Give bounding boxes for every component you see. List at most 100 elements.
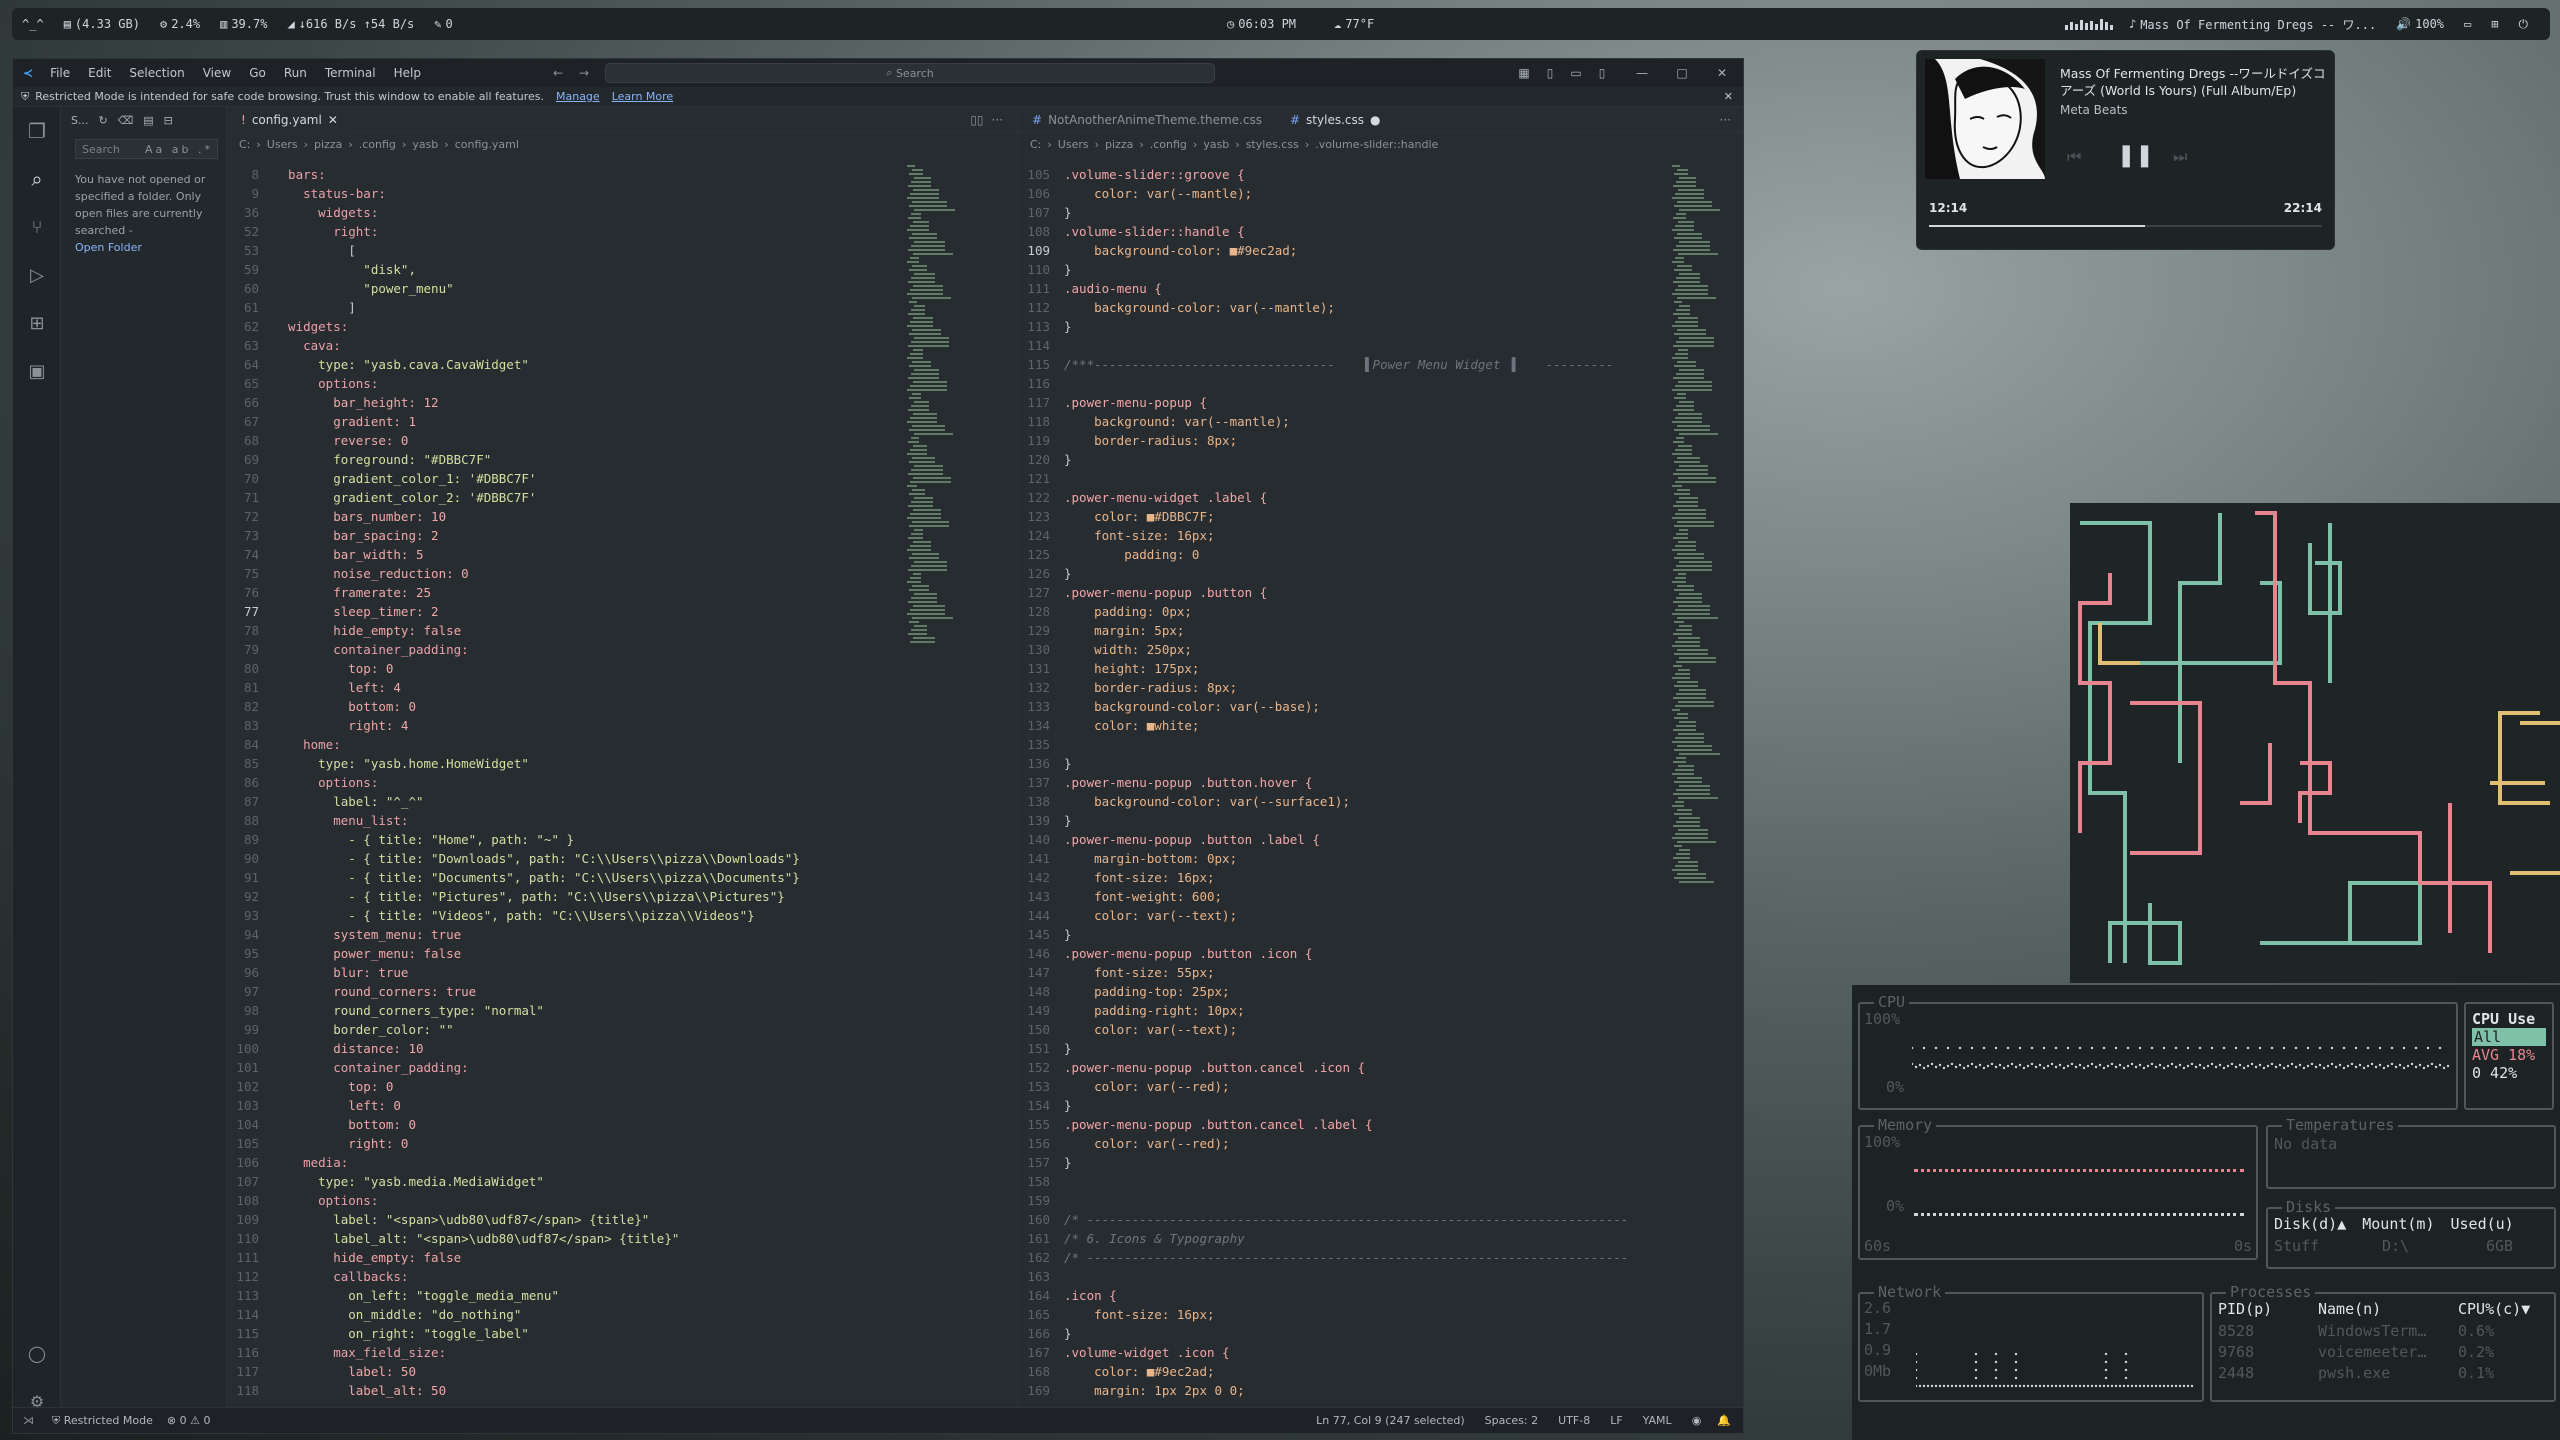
- code-line[interactable]: 97 round_corners: true: [227, 982, 1017, 1001]
- name-header[interactable]: Name(n): [2318, 1300, 2381, 1318]
- code-line[interactable]: 91 - { title: "Documents", path: "C:\\Us…: [227, 868, 1017, 887]
- split-editor-icon[interactable]: ▯▯: [970, 113, 983, 127]
- code-line[interactable]: 94 system_menu: true: [227, 925, 1017, 944]
- maximize-button[interactable]: □: [1669, 66, 1695, 80]
- breadcrumb-item[interactable]: .config: [359, 138, 396, 151]
- code-line[interactable]: 109 background-color: ■#9ec2ad;: [1018, 241, 1743, 260]
- code-line[interactable]: 148 padding-top: 25px;: [1018, 982, 1743, 1001]
- code-line[interactable]: 149 padding-right: 10px;: [1018, 1001, 1743, 1020]
- code-line[interactable]: 109 label: "<span>\udb80\udf87</span> {t…: [227, 1210, 1017, 1229]
- search-options-icon[interactable]: Aa ab .*: [145, 143, 213, 156]
- code-line[interactable]: 140 .power-menu-popup .button .label {: [1018, 830, 1743, 849]
- code-line[interactable]: 111 hide_empty: false: [227, 1248, 1017, 1267]
- code-line[interactable]: 144 color: var(--text);: [1018, 906, 1743, 925]
- more-actions-icon[interactable]: ···: [1720, 113, 1731, 127]
- css-editor[interactable]: 105 .volume-slider::groove {106 color: va…: [1018, 165, 1743, 1400]
- code-line[interactable]: 61 ]: [227, 298, 1017, 317]
- minimize-button[interactable]: —: [1629, 66, 1655, 80]
- menu-run[interactable]: Run: [284, 66, 307, 80]
- code-line[interactable]: 115 /***-------------------------------- …: [1018, 355, 1743, 374]
- clock-widget[interactable]: ◷ 06:03 PM: [1227, 17, 1296, 31]
- process-row[interactable]: 2448 pwsh.exe 0.1%: [2218, 1364, 2548, 1385]
- code-line[interactable]: 68 reverse: 0: [227, 431, 1017, 450]
- restricted-mode-indicator[interactable]: ⛨ Restricted Mode: [52, 1414, 153, 1428]
- code-line[interactable]: 102 top: 0: [227, 1077, 1017, 1096]
- code-line[interactable]: 108 options:: [227, 1191, 1017, 1210]
- code-line[interactable]: 146 .power-menu-popup .button .icon {: [1018, 944, 1743, 963]
- code-line[interactable]: 73 bar_spacing: 2: [227, 526, 1017, 545]
- code-line[interactable]: 127 .power-menu-popup .button {: [1018, 583, 1743, 602]
- code-line[interactable]: 90 - { title: "Downloads", path: "C:\\Us…: [227, 849, 1017, 868]
- collapse-all-icon[interactable]: ⊟: [164, 114, 173, 127]
- code-line[interactable]: 113 on_left: "toggle_media_menu": [227, 1286, 1017, 1305]
- code-line[interactable]: 164 .icon {: [1018, 1286, 1743, 1305]
- clear-results-icon[interactable]: ⌫: [118, 114, 134, 127]
- pid-header[interactable]: PID(p): [2218, 1300, 2272, 1318]
- breadcrumb-item[interactable]: styles.css: [1246, 138, 1299, 151]
- code-line[interactable]: 105 right: 0: [227, 1134, 1017, 1153]
- code-line[interactable]: 161 /* 6. Icons & Typography: [1018, 1229, 1743, 1248]
- breadcrumb-item[interactable]: pizza: [1105, 138, 1133, 151]
- code-line[interactable]: 75 noise_reduction: 0: [227, 564, 1017, 583]
- code-line[interactable]: 165 font-size: 16px;: [1018, 1305, 1743, 1324]
- mount-header[interactable]: Mount(m): [2362, 1215, 2434, 1233]
- code-line[interactable]: 147 font-size: 55px;: [1018, 963, 1743, 982]
- code-line[interactable]: 126}: [1018, 564, 1743, 583]
- code-line[interactable]: 60 "power_menu": [227, 279, 1017, 298]
- next-track-icon[interactable]: ⏭: [2173, 147, 2187, 167]
- learn-more-link[interactable]: Learn More: [612, 90, 674, 103]
- code-line[interactable]: 153 color: var(--red);: [1018, 1077, 1743, 1096]
- code-line[interactable]: 163: [1018, 1267, 1743, 1286]
- code-line[interactable]: 105 .volume-slider::groove {: [1018, 165, 1743, 184]
- breadcrumb-item[interactable]: pizza: [314, 138, 342, 151]
- code-line[interactable]: 69 foreground: "#DBBC7F": [227, 450, 1017, 469]
- screen-icon[interactable]: ▭: [2464, 17, 2471, 31]
- code-line[interactable]: 145}: [1018, 925, 1743, 944]
- line-ending[interactable]: LF: [1610, 1414, 1622, 1427]
- back-arrow-icon[interactable]: ←: [553, 66, 563, 80]
- code-line[interactable]: 84 home:: [227, 735, 1017, 754]
- extensions-icon[interactable]: ⊞: [13, 299, 61, 347]
- menu-terminal[interactable]: Terminal: [325, 66, 376, 80]
- process-row[interactable]: 9768 voicemeeter… 0.2%: [2218, 1343, 2548, 1364]
- code-line[interactable]: 155 .power-menu-popup .button.cancel .lab…: [1018, 1115, 1743, 1134]
- progress-track[interactable]: [1929, 225, 2322, 227]
- code-line[interactable]: 125 padding: 0: [1018, 545, 1743, 564]
- code-line[interactable]: 158: [1018, 1172, 1743, 1191]
- code-line[interactable]: 113}: [1018, 317, 1743, 336]
- breadcrumb-item[interactable]: .config: [1150, 138, 1187, 151]
- code-line[interactable]: 131 height: 175px;: [1018, 659, 1743, 678]
- run-debug-icon[interactable]: ▷: [13, 251, 61, 299]
- code-line[interactable]: 115 on_right: "toggle_label": [227, 1324, 1017, 1343]
- code-line[interactable]: 130 width: 250px;: [1018, 640, 1743, 659]
- code-line[interactable]: 83 right: 4: [227, 716, 1017, 735]
- code-line[interactable]: 122 .power-menu-widget .label {: [1018, 488, 1743, 507]
- code-line[interactable]: 106 media:: [227, 1153, 1017, 1172]
- code-line[interactable]: 162 /* ----------------------------------…: [1018, 1248, 1743, 1267]
- code-line[interactable]: 142 font-size: 16px;: [1018, 868, 1743, 887]
- code-line[interactable]: 79 container_padding:: [227, 640, 1017, 659]
- indentation[interactable]: Spaces: 2: [1485, 1414, 1538, 1427]
- breadcrumb-item[interactable]: Users: [267, 138, 298, 151]
- source-control-icon[interactable]: ⑂: [13, 203, 61, 251]
- close-banner-icon[interactable]: ✕: [1724, 90, 1733, 103]
- toggle-sidebar-icon[interactable]: ▯: [1537, 66, 1563, 80]
- used-header[interactable]: Used(u): [2451, 1215, 2514, 1233]
- code-line[interactable]: 151}: [1018, 1039, 1743, 1058]
- code-line[interactable]: 82 bottom: 0: [227, 697, 1017, 716]
- menu-file[interactable]: File: [50, 66, 70, 80]
- code-line[interactable]: 123 color: ■#DBBC7F;: [1018, 507, 1743, 526]
- code-line[interactable]: 98 round_corners_type: "normal": [227, 1001, 1017, 1020]
- code-line[interactable]: 154}: [1018, 1096, 1743, 1115]
- code-line[interactable]: 156 color: var(--red);: [1018, 1134, 1743, 1153]
- notifications-bell-icon[interactable]: 🔔: [1717, 1414, 1731, 1427]
- remote-icon[interactable]: ⋊: [23, 1414, 34, 1427]
- pause-icon[interactable]: ❚❚: [2117, 143, 2154, 168]
- disk-header[interactable]: Disk(d)▲: [2274, 1215, 2346, 1233]
- new-search-editor-icon[interactable]: ▤: [143, 114, 153, 127]
- code-line[interactable]: 96 blur: true: [227, 963, 1017, 982]
- toggle-panel-icon[interactable]: ▭: [1563, 66, 1589, 80]
- code-line[interactable]: 136}: [1018, 754, 1743, 773]
- encoding[interactable]: UTF-8: [1558, 1414, 1590, 1427]
- weather-widget[interactable]: ☁ 77°F: [1334, 17, 1374, 31]
